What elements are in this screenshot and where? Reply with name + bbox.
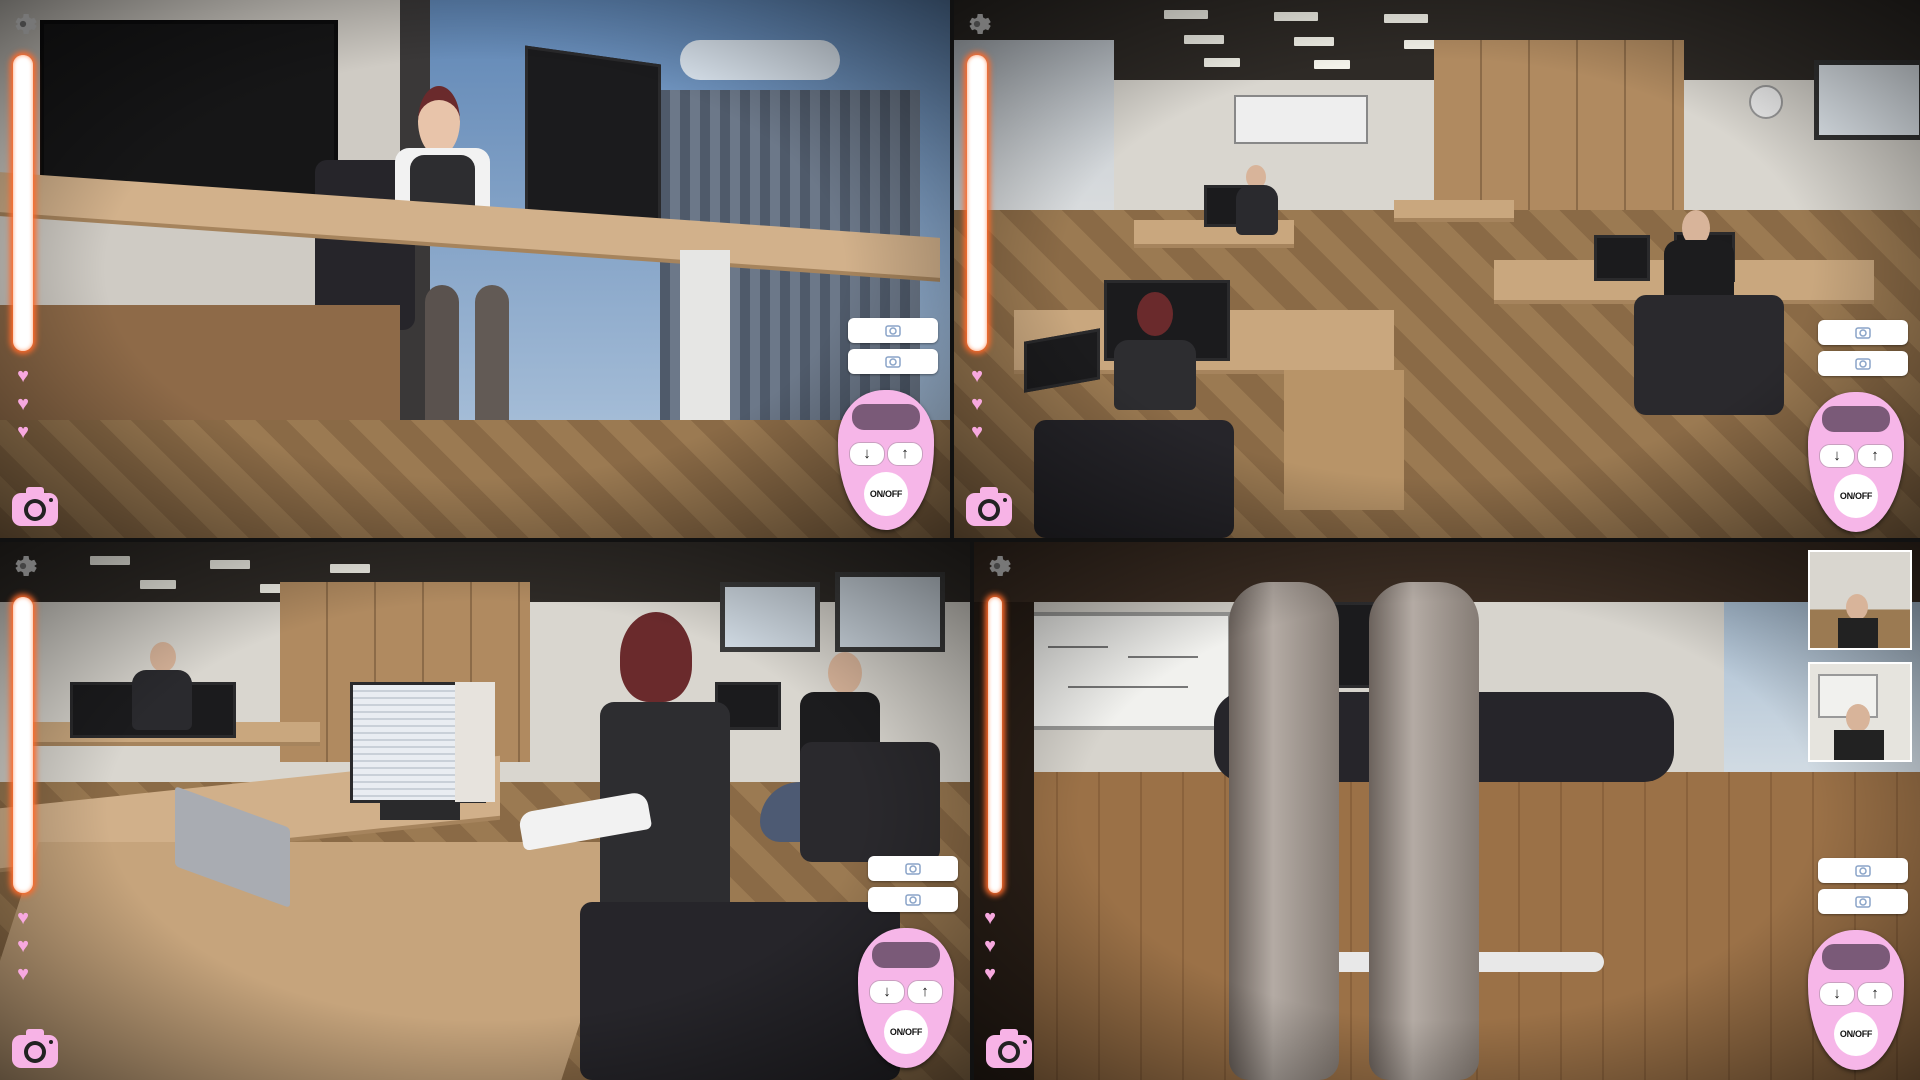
heart-icon: ♥ bbox=[971, 365, 983, 387]
scene-office-window-desk bbox=[0, 0, 950, 538]
hearts: ♥ ♥ ♥ bbox=[13, 362, 33, 446]
scene-under-desk-view bbox=[974, 542, 1920, 1080]
thumbnail-camera-2[interactable] bbox=[1808, 662, 1912, 762]
small-camera-icon bbox=[1855, 358, 1871, 370]
camera-view-top-right: ♥ ♥ ♥ ↓ ↑ ON/OFF bbox=[954, 0, 1920, 538]
heart-icon: ♥ bbox=[984, 963, 996, 985]
small-camera-icon bbox=[885, 356, 901, 368]
snapshot-button[interactable] bbox=[848, 349, 938, 374]
arousal-meter bbox=[988, 597, 1002, 893]
camera-view-bottom-right: ♥ ♥ ♥ ↓ ↑ ON/OFF bbox=[974, 542, 1920, 1080]
gear-icon[interactable] bbox=[962, 9, 992, 39]
camera-icon[interactable] bbox=[964, 484, 1014, 528]
leg-right bbox=[1369, 582, 1479, 1080]
gear-icon[interactable] bbox=[982, 551, 1012, 581]
hearts: ♥ ♥ ♥ bbox=[13, 904, 33, 988]
hearts: ♥ ♥ ♥ bbox=[980, 904, 1000, 988]
snapshot-button[interactable] bbox=[868, 887, 958, 912]
snapshot-button[interactable] bbox=[1818, 858, 1908, 883]
camera-view-top-left: ♥ ♥ ♥ ↓ ↑ ON/OFF bbox=[0, 0, 950, 538]
arousal-meter bbox=[13, 55, 33, 351]
heart-icon: ♥ bbox=[17, 365, 29, 387]
heart-icon: ♥ bbox=[17, 963, 29, 985]
camera-icon[interactable] bbox=[984, 1026, 1034, 1070]
remote-up-button[interactable]: ↑ bbox=[907, 980, 943, 1004]
small-camera-icon bbox=[1855, 865, 1871, 877]
remote-display bbox=[1822, 406, 1890, 432]
remote-display bbox=[852, 404, 920, 430]
heart-icon: ♥ bbox=[17, 935, 29, 957]
snapshot-button[interactable] bbox=[1818, 889, 1908, 914]
scene-open-office-overview bbox=[954, 0, 1920, 538]
heart-icon: ♥ bbox=[984, 935, 996, 957]
leg-left bbox=[1229, 582, 1339, 1080]
small-camera-icon bbox=[1855, 327, 1871, 339]
snapshot-button[interactable] bbox=[848, 318, 938, 343]
heart-icon: ♥ bbox=[971, 421, 983, 443]
thumbnail-camera-1[interactable] bbox=[1808, 550, 1912, 650]
remote-down-button[interactable]: ↓ bbox=[1819, 444, 1855, 468]
hearts: ♥ ♥ ♥ bbox=[967, 362, 987, 446]
remote-up-button[interactable]: ↑ bbox=[1857, 444, 1893, 468]
remote-down-button[interactable]: ↓ bbox=[869, 980, 905, 1004]
remote-up-button[interactable]: ↑ bbox=[887, 442, 923, 466]
snapshot-button[interactable] bbox=[868, 856, 958, 881]
heart-icon: ♥ bbox=[984, 907, 996, 929]
small-camera-icon bbox=[885, 325, 901, 337]
remote-onoff-button[interactable]: ON/OFF bbox=[1834, 474, 1878, 518]
heart-icon: ♥ bbox=[17, 421, 29, 443]
whiteboard bbox=[1024, 612, 1232, 730]
camera-view-bottom-left: ♥ ♥ ♥ ↓ ↑ ON/OFF bbox=[0, 542, 970, 1080]
arousal-meter bbox=[13, 597, 33, 893]
remote-up-button[interactable]: ↑ bbox=[1857, 982, 1893, 1006]
small-camera-icon bbox=[905, 894, 921, 906]
remote-down-button[interactable]: ↓ bbox=[1819, 982, 1855, 1006]
heart-icon: ♥ bbox=[971, 393, 983, 415]
remote-display bbox=[1822, 944, 1890, 970]
remote-onoff-button[interactable]: ON/OFF bbox=[884, 1010, 928, 1054]
snapshot-button[interactable] bbox=[1818, 351, 1908, 376]
small-camera-icon bbox=[905, 863, 921, 875]
remote-onoff-button[interactable]: ON/OFF bbox=[1834, 1012, 1878, 1056]
heart-icon: ♥ bbox=[17, 907, 29, 929]
camera-icon[interactable] bbox=[10, 484, 60, 528]
arousal-meter bbox=[967, 55, 987, 351]
snapshot-button[interactable] bbox=[1818, 320, 1908, 345]
shelving bbox=[1434, 40, 1684, 220]
small-camera-icon bbox=[1855, 896, 1871, 908]
scene-office-typing-closeup bbox=[0, 542, 970, 1080]
remote-onoff-button[interactable]: ON/OFF bbox=[864, 472, 908, 516]
remote-display bbox=[872, 942, 940, 968]
heart-icon: ♥ bbox=[17, 393, 29, 415]
gear-icon[interactable] bbox=[8, 9, 38, 39]
remote-down-button[interactable]: ↓ bbox=[849, 442, 885, 466]
camera-icon[interactable] bbox=[10, 1026, 60, 1070]
gear-icon[interactable] bbox=[8, 551, 38, 581]
